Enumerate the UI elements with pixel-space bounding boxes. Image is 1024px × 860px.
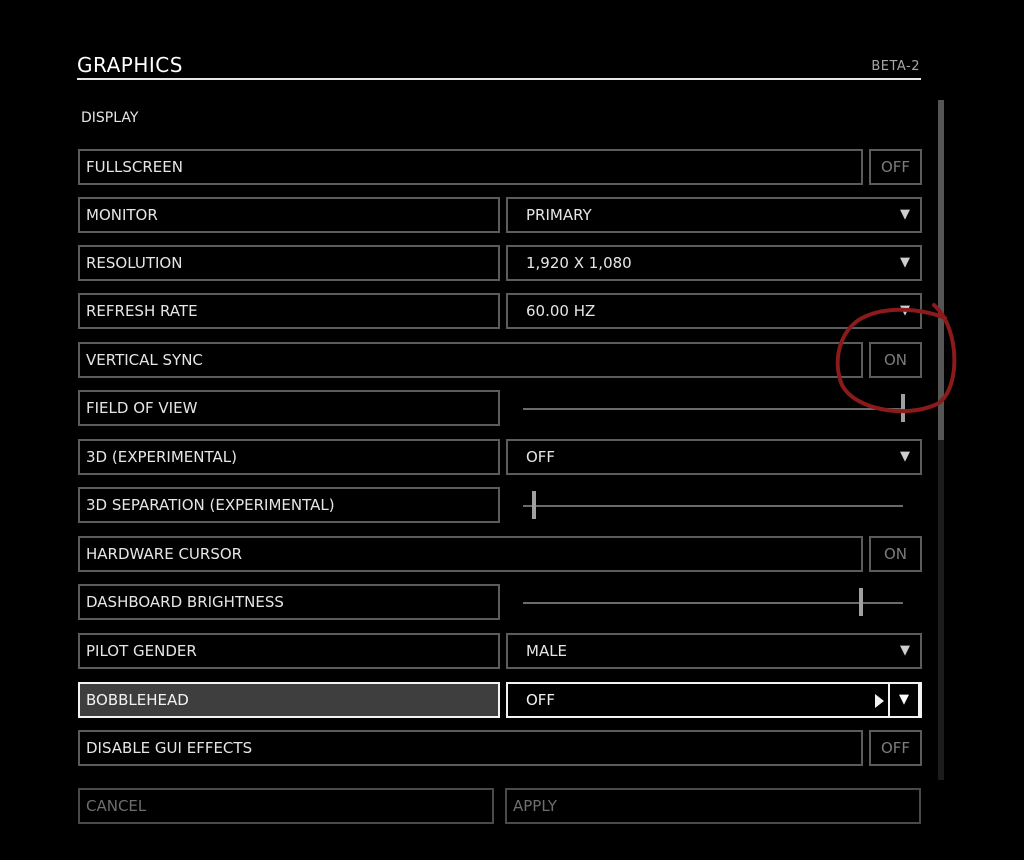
dropdown-value: OFF: [526, 691, 556, 709]
dropdown-value: MALE: [526, 642, 568, 660]
dropdown-value: PRIMARY: [526, 206, 592, 224]
vertical-sync-toggle[interactable]: ON: [869, 342, 922, 378]
setting-row-dashboard-brightness: DASHBOARD BRIGHTNESS: [78, 584, 922, 620]
setting-label: FIELD OF VIEW: [78, 390, 500, 426]
apply-button[interactable]: APPLY: [505, 788, 921, 824]
chevron-down-icon: ▼: [900, 207, 910, 222]
dropdown-value: 60.00 HZ: [526, 302, 596, 320]
setting-row-resolution: RESOLUTION 1,920 X 1,080 ▼: [78, 245, 922, 281]
pilot-gender-dropdown[interactable]: MALE ▼: [506, 633, 922, 669]
setting-label: PILOT GENDER: [78, 633, 500, 669]
section-title-display: DISPLAY: [81, 110, 139, 126]
field-of-view-slider-thumb[interactable]: [901, 394, 905, 422]
monitor-dropdown[interactable]: PRIMARY ▼: [506, 197, 922, 233]
cancel-button[interactable]: CANCEL: [78, 788, 494, 824]
setting-label: FULLSCREEN: [78, 149, 863, 185]
dashboard-brightness-slider-track[interactable]: [523, 602, 903, 604]
field-of-view-slider-track[interactable]: [523, 408, 903, 410]
setting-row-3d-separation: 3D SEPARATION (EXPERIMENTAL): [78, 487, 922, 523]
chevron-down-icon: ▼: [900, 303, 910, 318]
chevron-down-icon: ▼: [900, 255, 910, 270]
hardware-cursor-toggle[interactable]: ON: [869, 536, 922, 572]
setting-label: MONITOR: [78, 197, 500, 233]
setting-label: 3D SEPARATION (EXPERIMENTAL): [78, 487, 500, 523]
disable-gui-effects-toggle[interactable]: OFF: [869, 730, 922, 766]
dropdown-value: OFF: [526, 448, 556, 466]
setting-label: DASHBOARD BRIGHTNESS: [78, 584, 500, 620]
setting-row-monitor: MONITOR PRIMARY ▼: [78, 197, 922, 233]
setting-row-hardware-cursor: HARDWARE CURSOR ON: [78, 536, 922, 572]
setting-row-pilot-gender: PILOT GENDER MALE ▼: [78, 633, 922, 669]
setting-label: VERTICAL SYNC: [78, 342, 863, 378]
title-divider: [77, 78, 921, 80]
setting-label: HARDWARE CURSOR: [78, 536, 863, 572]
3d-separation-slider-thumb[interactable]: [532, 491, 537, 519]
setting-row-3d-experimental: 3D (EXPERIMENTAL) OFF ▼: [78, 439, 922, 475]
bobblehead-dropdown[interactable]: OFF ▼: [506, 682, 922, 718]
setting-row-bobblehead: BOBBLEHEAD OFF ▼: [78, 682, 922, 718]
page-title: GRAPHICS: [77, 53, 183, 77]
fullscreen-toggle[interactable]: OFF: [869, 149, 922, 185]
chevron-down-icon: ▼: [900, 449, 910, 464]
setting-row-disable-gui-effects: DISABLE GUI EFFECTS OFF: [78, 730, 922, 766]
setting-label: DISABLE GUI EFFECTS: [78, 730, 863, 766]
setting-label: REFRESH RATE: [78, 293, 500, 329]
chevron-down-icon: ▼: [900, 643, 910, 658]
setting-row-fullscreen: FULLSCREEN OFF: [78, 149, 922, 185]
3d-experimental-dropdown[interactable]: OFF ▼: [506, 439, 922, 475]
chevron-down-icon[interactable]: ▼: [888, 682, 920, 718]
version-label: BETA-2: [871, 59, 920, 74]
dropdown-value: 1,920 X 1,080: [526, 254, 632, 272]
3d-separation-slider-track[interactable]: [523, 505, 903, 507]
setting-label: RESOLUTION: [78, 245, 500, 281]
caret-right-icon: [875, 694, 884, 708]
refresh-rate-dropdown[interactable]: 60.00 HZ ▼: [506, 293, 922, 329]
setting-label: 3D (EXPERIMENTAL): [78, 439, 500, 475]
resolution-dropdown[interactable]: 1,920 X 1,080 ▼: [506, 245, 922, 281]
setting-row-field-of-view: FIELD OF VIEW: [78, 390, 922, 426]
scrollbar-thumb[interactable]: [938, 100, 944, 440]
setting-row-refresh-rate: REFRESH RATE 60.00 HZ ▼: [78, 293, 922, 329]
setting-label[interactable]: BOBBLEHEAD: [78, 682, 500, 718]
setting-row-vertical-sync: VERTICAL SYNC ON: [78, 342, 922, 378]
dashboard-brightness-slider-thumb[interactable]: [859, 588, 864, 616]
